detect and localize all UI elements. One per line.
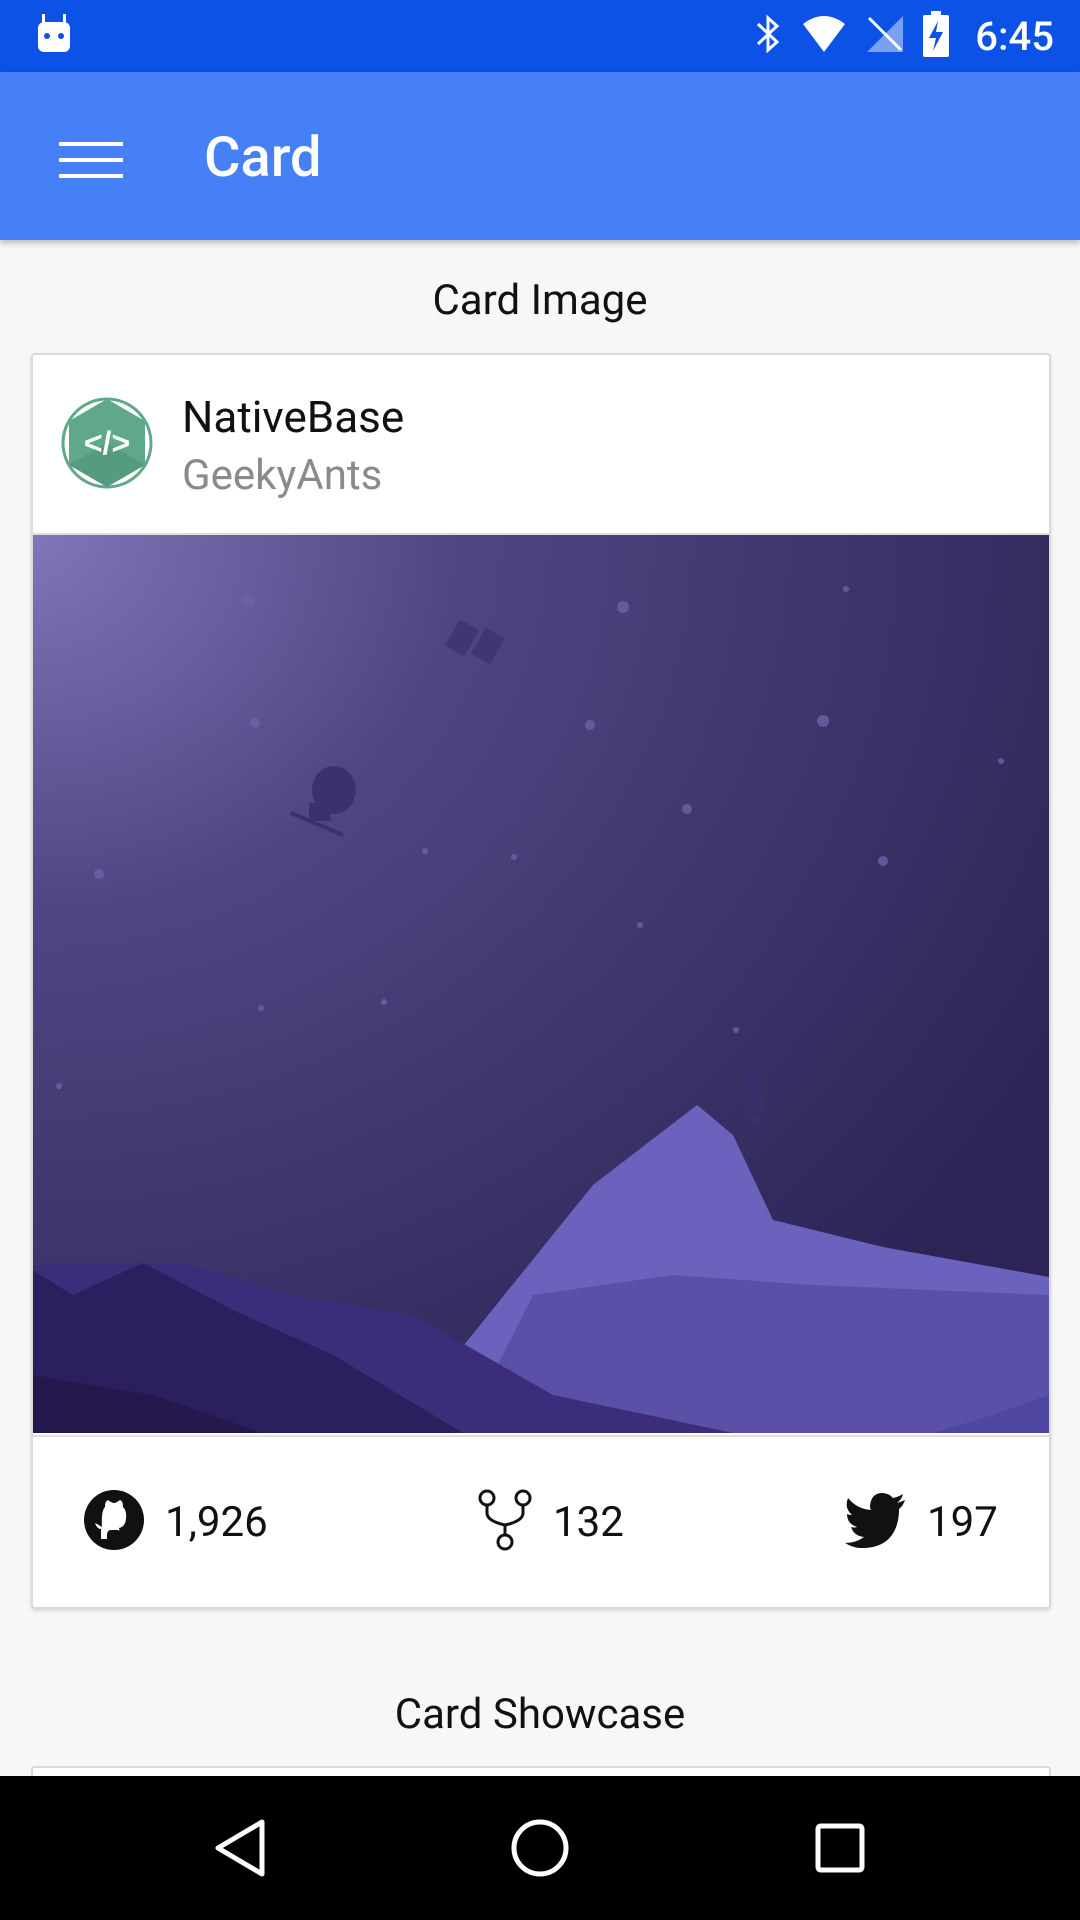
back-triangle-icon[interactable] bbox=[198, 1806, 282, 1890]
code-brackets-logo-icon: </> bbox=[61, 397, 153, 489]
app-bar: Card bbox=[0, 72, 1080, 240]
fork-icon bbox=[477, 1489, 533, 1555]
forks-count: 132 bbox=[553, 1497, 624, 1547]
card-title: NativeBase bbox=[182, 391, 405, 443]
github-stars-count: 1,926 bbox=[165, 1497, 268, 1547]
twitter-icon bbox=[843, 1492, 907, 1552]
home-circle-icon[interactable] bbox=[498, 1806, 582, 1890]
github-icon bbox=[83, 1489, 145, 1555]
wifi-icon bbox=[801, 14, 847, 58]
no-signal-icon bbox=[865, 14, 905, 58]
space-mountain-illustration bbox=[33, 535, 1049, 1433]
card-footer: 1,926 132 197 bbox=[33, 1435, 1049, 1607]
status-time: 6:45 bbox=[975, 12, 1054, 60]
twitter-stat-button[interactable]: 197 bbox=[843, 1487, 998, 1557]
card-subtitle: GeekyAnts bbox=[182, 451, 383, 500]
android-icon bbox=[36, 12, 72, 56]
section-title-card-showcase: Card Showcase bbox=[394, 1690, 686, 1739]
card-header[interactable]: </> NativeBase GeekyAnts bbox=[33, 355, 1049, 535]
navigation-bar bbox=[0, 1776, 1080, 1920]
svg-text:</>: </> bbox=[84, 425, 130, 461]
fork-stat-button[interactable]: 132 bbox=[477, 1487, 624, 1557]
twitter-count: 197 bbox=[927, 1497, 998, 1547]
bluetooth-icon bbox=[753, 12, 783, 60]
github-stat-button[interactable]: 1,926 bbox=[83, 1487, 268, 1557]
page-title: Card bbox=[204, 124, 322, 190]
hamburger-menu-icon[interactable] bbox=[50, 128, 132, 192]
recents-square-icon[interactable] bbox=[798, 1806, 882, 1890]
card-image-card: </> NativeBase GeekyAnts 1,926 132 197 bbox=[31, 353, 1051, 1609]
section-title-card-image: Card Image bbox=[432, 276, 648, 325]
status-bar: 6:45 bbox=[0, 0, 1080, 72]
battery-charging-icon bbox=[923, 11, 950, 61]
